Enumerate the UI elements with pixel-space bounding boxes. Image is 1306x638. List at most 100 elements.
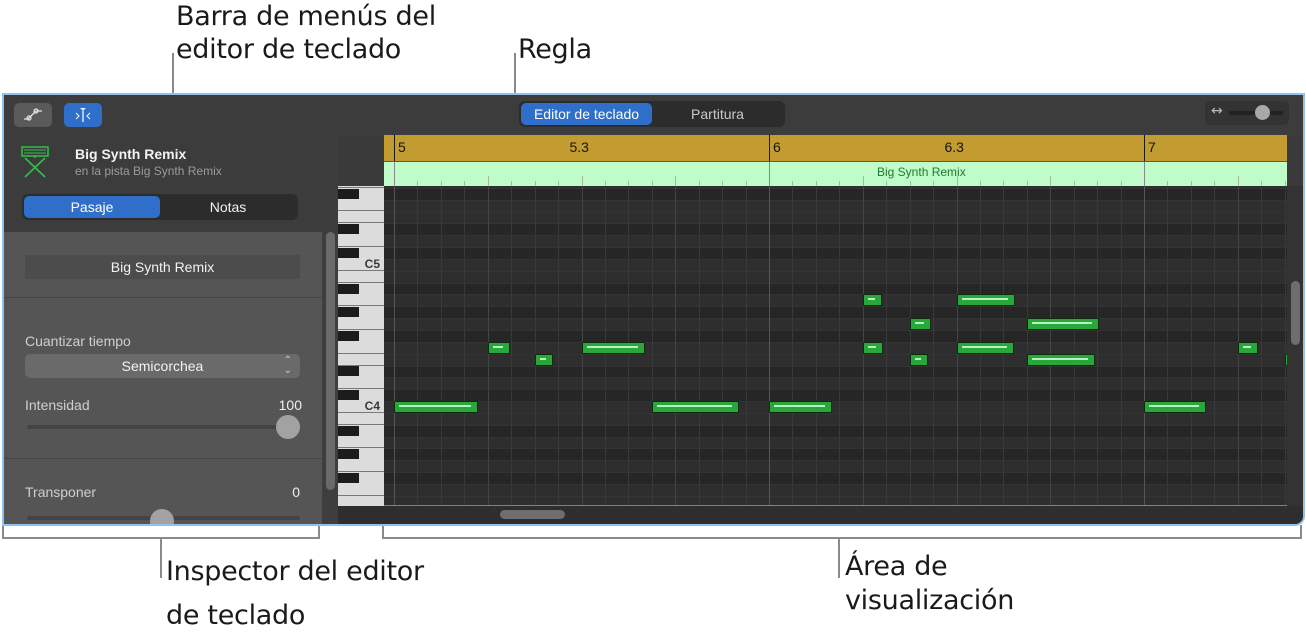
black-key[interactable]: [338, 473, 359, 484]
select-chevrons-icon: ⌃ ⌄: [283, 355, 292, 376]
white-key[interactable]: [338, 484, 384, 496]
grid-row: [384, 223, 1287, 236]
midi-note[interactable]: [534, 353, 554, 366]
bracket-inspector-r: [318, 525, 320, 538]
quantize-value: Semicorchea: [121, 358, 204, 374]
callout-menu-bar-line: [172, 53, 174, 93]
white-key[interactable]: [338, 496, 384, 506]
region-tick: [956, 176, 958, 186]
grid-row: [384, 329, 1287, 342]
midi-note[interactable]: [1144, 401, 1207, 413]
vertical-scroll-area: [1287, 186, 1303, 506]
zoom-slider-knob[interactable]: [1255, 105, 1270, 120]
inspector-divider: [4, 297, 322, 298]
ruler-bar-tick: [1144, 135, 1145, 161]
grid-beat-line: [1167, 186, 1169, 506]
ruler[interactable]: 5 5.3 6 6.3 7: [384, 135, 1287, 162]
midi-note[interactable]: [909, 353, 929, 366]
octave-label: C4: [364, 399, 380, 413]
black-key[interactable]: [338, 224, 359, 235]
horizontal-zoom-icon: ↔: [1211, 103, 1223, 119]
grid-row: [384, 460, 1287, 473]
white-key[interactable]: [338, 200, 384, 212]
tab-pasaje[interactable]: Pasaje: [24, 196, 160, 218]
midi-note[interactable]: [956, 294, 1016, 307]
grid-beat-line: [698, 186, 700, 506]
white-key[interactable]: [338, 211, 384, 224]
callout-display-line2: visualización: [845, 585, 1015, 616]
grid-beat-line: [745, 186, 747, 506]
grid-beat-line: [1190, 186, 1192, 506]
midi-note[interactable]: [862, 341, 883, 354]
midi-note[interactable]: [769, 401, 833, 413]
inspector-divider: [4, 458, 322, 459]
midi-note[interactable]: [394, 401, 479, 413]
horizontal-zoom-control: ↔: [1205, 101, 1289, 125]
automation-button[interactable]: [14, 103, 52, 127]
quantize-select[interactable]: Semicorchea ⌃ ⌄: [25, 354, 300, 378]
grid-beat-line: [511, 186, 513, 506]
bracket-inspector-stem: [160, 538, 162, 578]
tab-editor-de-teclado[interactable]: Editor de teclado: [521, 103, 652, 125]
black-key[interactable]: [338, 330, 359, 341]
grid-row: [384, 412, 1287, 425]
bracket-inspector-l: [2, 525, 4, 538]
transpose-label: Transponer: [25, 484, 97, 500]
strength-slider-knob[interactable]: [276, 415, 300, 439]
inspector-scrollbar[interactable]: [326, 232, 335, 490]
region-subtitle: en la pista Big Synth Remix: [75, 164, 222, 178]
white-key[interactable]: [338, 271, 384, 283]
midi-note[interactable]: [1026, 318, 1100, 331]
midi-note[interactable]: [487, 341, 511, 354]
grid-beat-line: [417, 186, 419, 506]
grid-beat-line: [440, 186, 442, 506]
midi-note[interactable]: [862, 294, 882, 307]
black-key[interactable]: [338, 247, 359, 258]
region-name-field[interactable]: Big Synth Remix: [25, 255, 300, 279]
midi-note[interactable]: [909, 318, 931, 331]
midi-note[interactable]: [581, 341, 645, 354]
tab-partitura[interactable]: Partitura: [652, 103, 783, 125]
region-header[interactable]: Big Synth Remix: [384, 162, 1287, 186]
vertical-scrollbar-thumb[interactable]: [1291, 281, 1300, 345]
black-key[interactable]: [338, 188, 359, 199]
automation-curve-icon: [24, 108, 42, 121]
white-key[interactable]: [338, 413, 384, 425]
white-key[interactable]: [338, 186, 384, 188]
midi-note[interactable]: [651, 401, 739, 413]
white-key[interactable]: [338, 377, 384, 390]
black-key[interactable]: [338, 390, 359, 401]
midi-note[interactable]: [1026, 353, 1095, 366]
grid-row: [384, 306, 1287, 319]
white-key[interactable]: [338, 294, 384, 307]
ruler-label: 5: [398, 139, 406, 155]
transpose-slider-knob[interactable]: [150, 509, 174, 524]
region-tick: [487, 176, 489, 186]
tab-notas[interactable]: Notas: [160, 196, 296, 218]
callout-display-line1: Área de: [845, 551, 948, 582]
black-key[interactable]: [338, 307, 359, 318]
midi-note[interactable]: [1237, 341, 1258, 354]
callout-display-area: Área de visualización: [845, 550, 1014, 618]
grid-row: [384, 318, 1287, 330]
white-key[interactable]: [338, 318, 384, 330]
white-key[interactable]: [338, 354, 384, 366]
black-key[interactable]: [338, 425, 359, 436]
white-key[interactable]: [338, 235, 384, 248]
white-key[interactable]: [338, 460, 384, 473]
white-key[interactable]: [338, 437, 384, 449]
black-key[interactable]: [338, 283, 359, 294]
grid-beat-line: [886, 186, 888, 506]
midi-note[interactable]: [956, 341, 1014, 354]
piano-keyboard[interactable]: C5 C4: [338, 186, 384, 506]
strength-slider-track[interactable]: [27, 425, 300, 429]
note-grid[interactable]: [384, 186, 1287, 506]
catch-playhead-button[interactable]: [64, 103, 102, 127]
grid-row: [384, 472, 1287, 485]
grid-beat-line: [769, 186, 770, 506]
view-tabs: Editor de teclado Partitura: [519, 101, 785, 127]
black-key[interactable]: [338, 449, 359, 460]
white-key[interactable]: [338, 342, 384, 354]
black-key[interactable]: [338, 366, 359, 377]
horizontal-scrollbar-thumb[interactable]: [500, 510, 565, 519]
